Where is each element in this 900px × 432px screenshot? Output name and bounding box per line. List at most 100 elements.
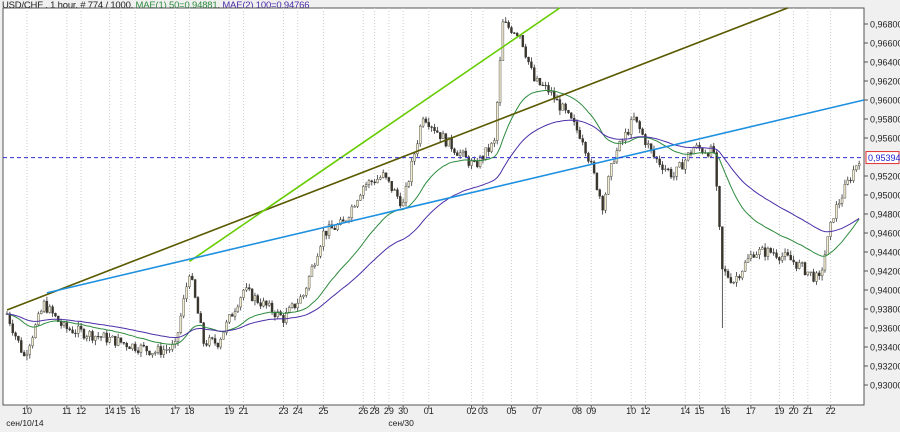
candle-up <box>25 353 29 357</box>
candle-down <box>795 261 798 269</box>
candle-up <box>610 163 613 177</box>
candle-down <box>216 342 220 348</box>
candle-up <box>401 202 405 207</box>
x-tick-label: 12 <box>640 406 650 416</box>
candle-up <box>262 300 265 307</box>
candle-up <box>290 303 294 308</box>
candle-down <box>729 277 733 283</box>
candle-down <box>125 342 128 348</box>
candle-up <box>675 166 678 177</box>
candle-down <box>476 160 479 168</box>
candle-up <box>441 133 445 139</box>
candle-down <box>530 61 533 68</box>
candle-down <box>128 346 131 349</box>
candle-down <box>74 332 77 335</box>
candle-down <box>390 181 393 191</box>
candle-down <box>96 335 100 338</box>
candle-down <box>191 275 194 280</box>
candle-down <box>159 346 163 355</box>
candle-down <box>65 322 69 329</box>
candle-down <box>849 179 852 182</box>
candle-up <box>407 181 411 187</box>
candle-down <box>721 226 724 270</box>
x-tick-label: 25 <box>318 406 328 416</box>
candle-up <box>42 300 46 312</box>
candle-down <box>555 99 559 101</box>
candle-up <box>678 162 681 168</box>
candle-up <box>809 271 812 273</box>
candle-down <box>119 337 123 343</box>
candle-down <box>230 314 234 317</box>
x-tick-label: 30 <box>398 406 408 416</box>
candle-down <box>68 328 71 331</box>
candle-up <box>307 276 311 289</box>
candle-down <box>467 156 470 166</box>
candle-up <box>287 307 291 313</box>
candle-up <box>382 172 385 178</box>
candle-up <box>393 189 396 191</box>
candle-up <box>185 286 188 299</box>
candle-up <box>840 197 844 204</box>
candle-up <box>28 345 31 355</box>
candle-down <box>792 259 795 263</box>
candle-up <box>168 349 171 351</box>
x-tick-label: 10 <box>626 406 636 416</box>
x-tick-label: 14 <box>680 406 690 416</box>
candle-up <box>413 153 416 162</box>
candle-up <box>268 302 271 306</box>
x-tick-label: 24 <box>293 406 303 416</box>
candle-down <box>818 272 821 277</box>
candle-up <box>153 352 157 354</box>
y-tick-label: 0,96200 <box>870 77 900 87</box>
candle-up <box>179 315 183 333</box>
candle-down <box>370 180 373 183</box>
candle-up <box>647 143 650 146</box>
candle-down <box>20 340 23 353</box>
x-tick-label: 28 <box>370 406 380 416</box>
candle-up <box>746 258 750 263</box>
x-tick-label: 19 <box>774 406 784 416</box>
x-tick-label: 16 <box>130 406 140 416</box>
candle-down <box>134 343 137 351</box>
candle-up <box>151 352 154 356</box>
candle-up <box>615 150 619 163</box>
candle-down <box>772 252 775 254</box>
candle-up <box>612 161 616 164</box>
x-tick-label: 03 <box>478 406 488 416</box>
candle-up <box>182 298 185 317</box>
candle-down <box>595 172 599 190</box>
y-tick-label: 0,94200 <box>870 267 900 277</box>
candle-up <box>664 168 667 170</box>
candle-up <box>37 313 40 325</box>
candle-down <box>786 252 790 256</box>
candle-down <box>193 279 197 298</box>
candle-up <box>111 335 114 338</box>
candle-down <box>387 177 391 182</box>
candle-down <box>256 295 259 303</box>
candle-up <box>208 337 211 346</box>
candle-down <box>601 195 604 211</box>
candle-down <box>436 130 439 133</box>
candle-down <box>763 247 767 257</box>
candle-up <box>313 264 316 267</box>
candle-down <box>22 352 26 357</box>
x-tick-label: 02 <box>467 406 477 416</box>
candle-down <box>778 257 781 261</box>
candle-down <box>567 110 570 114</box>
price-chart[interactable]: 10 11 12 14 15 16 17 18 19 21 23 24 25 26 28 29 30 01 02 03… <box>0 0 900 432</box>
candle-up <box>550 91 553 93</box>
candle-down <box>430 126 433 128</box>
x-tick-label: 11 <box>62 406 71 416</box>
candle-up <box>48 306 51 313</box>
y-tick-label: 0,95200 <box>870 172 900 182</box>
candle-down <box>196 297 200 314</box>
candle-down <box>342 219 345 222</box>
candle-up <box>108 337 111 343</box>
candle-up <box>310 266 314 277</box>
candle-up <box>604 194 607 211</box>
candle-up <box>826 236 829 255</box>
y-tick-label: 0,93000 <box>870 381 900 391</box>
candle-down <box>265 300 268 306</box>
candle-down <box>11 323 14 334</box>
candle-down <box>51 306 54 314</box>
